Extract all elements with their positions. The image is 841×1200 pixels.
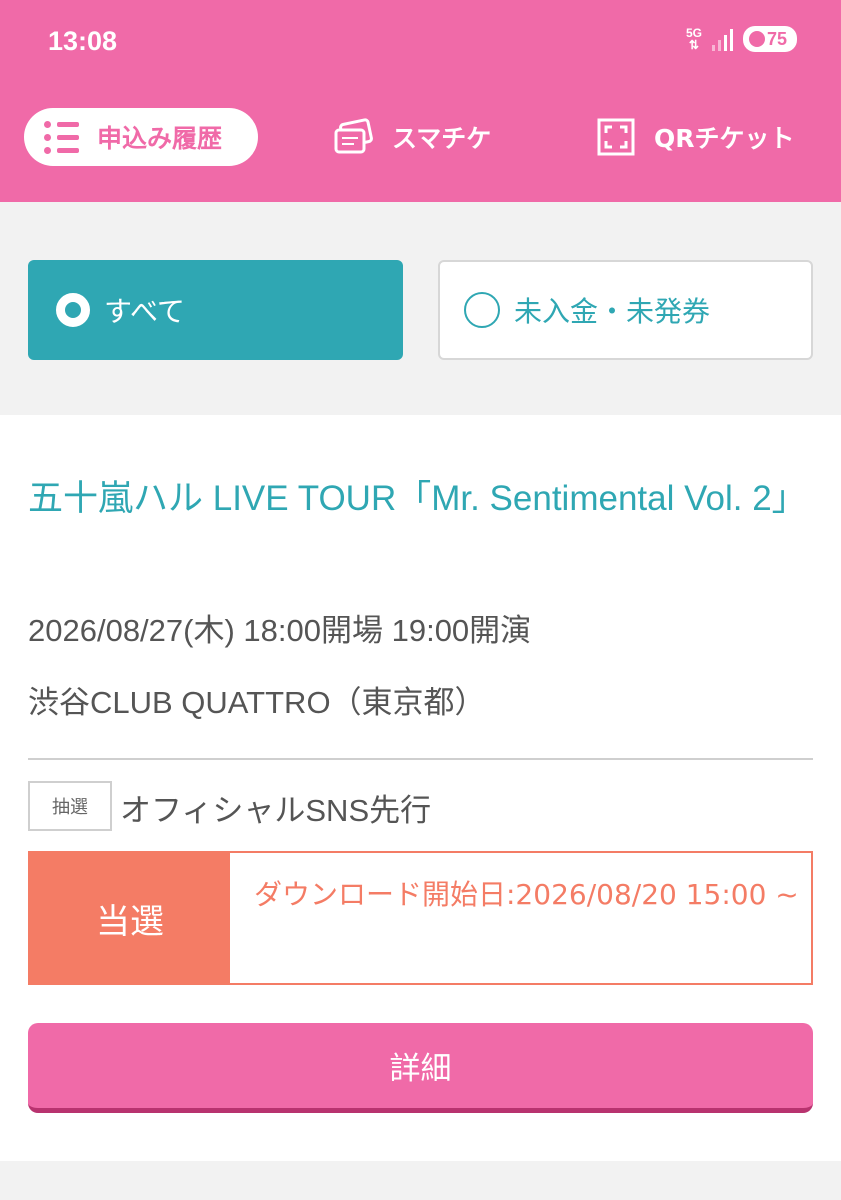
battery-icon: 75 bbox=[742, 26, 797, 52]
list-icon bbox=[44, 120, 79, 154]
event-datetime: 2026/08/27(木) 18:00開場 19:00開演 bbox=[28, 613, 532, 648]
filter-label: すべて bbox=[104, 295, 185, 328]
qr-scan-icon bbox=[597, 118, 635, 156]
battery-level: 75 bbox=[766, 28, 787, 49]
top-nav: 申込み履歴 スマチケ QRチケット bbox=[0, 108, 841, 166]
event-venue: 渋谷CLUB QUATTRO（東京都） bbox=[28, 685, 486, 720]
filter-label: 未入金・未発券 bbox=[514, 295, 711, 328]
data-arrows-icon: ⇅ bbox=[688, 38, 699, 52]
sale-type: オフィシャルSNS先行 bbox=[120, 793, 432, 828]
filter-all-button[interactable]: すべて bbox=[28, 260, 403, 360]
detail-button[interactable]: 詳細 bbox=[28, 1023, 813, 1113]
win-status-badge: 当選 bbox=[30, 853, 230, 983]
filter-unpaid-button[interactable]: 未入金・未発券 bbox=[438, 260, 813, 360]
network-5g-icon: 5G ⇅ bbox=[686, 27, 702, 51]
lottery-badge: 抽選 bbox=[28, 781, 112, 831]
divider bbox=[28, 758, 813, 760]
status-indicators: 5G ⇅ 75 bbox=[686, 26, 797, 52]
ticket-icon bbox=[334, 118, 373, 154]
tab-smachike[interactable]: スマチケ bbox=[332, 108, 491, 166]
radio-selected-icon bbox=[56, 293, 90, 327]
download-start-info: ダウンロード開始日:2026/08/20 15:00 ~ bbox=[254, 878, 799, 911]
radio-unselected-icon bbox=[464, 292, 500, 328]
app-header: 13:08 5G ⇅ 75 申込み履歴 スマチケ QRチケット bbox=[0, 0, 841, 202]
event-title: 五十嵐ハル LIVE TOUR「Mr. Sentimental Vol. 2」 bbox=[28, 479, 807, 518]
signal-icon bbox=[711, 27, 733, 51]
tab-qr-ticket[interactable]: QRチケット bbox=[596, 108, 795, 166]
application-card: 五十嵐ハル LIVE TOUR「Mr. Sentimental Vol. 2」 … bbox=[0, 415, 841, 1161]
charging-icon bbox=[748, 31, 765, 47]
result-box: 当選 ダウンロード開始日:2026/08/20 15:00 ~ bbox=[28, 851, 813, 985]
tab-application-history[interactable]: 申込み履歴 bbox=[24, 108, 258, 166]
tab-label: 申込み履歴 bbox=[97, 124, 223, 153]
tab-label: QRチケット bbox=[654, 124, 795, 153]
tab-label: スマチケ bbox=[392, 124, 492, 153]
status-time: 13:08 bbox=[48, 26, 118, 56]
